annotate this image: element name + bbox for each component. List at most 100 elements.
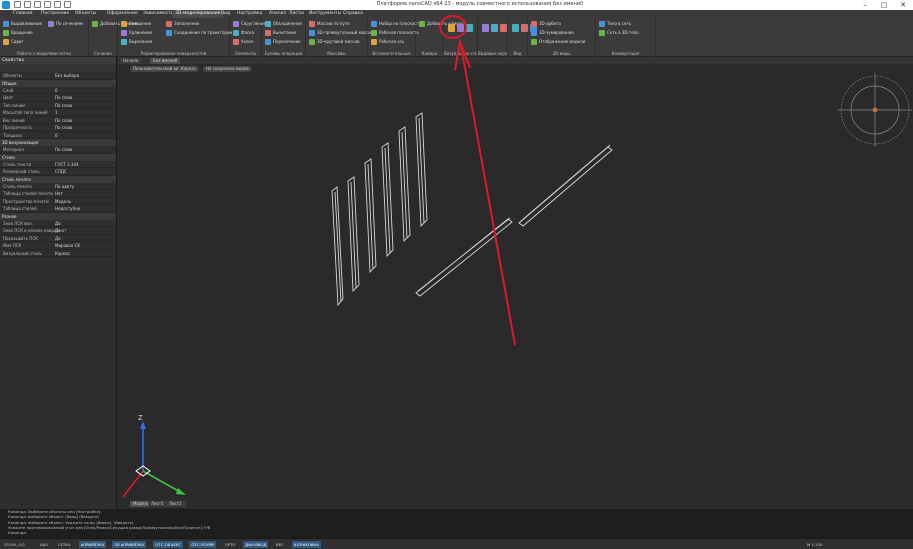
ribbon-button[interactable]: Вращение [3,29,33,36]
new-file-icon[interactable] [14,1,21,8]
property-row[interactable]: Цвет По слою [0,94,116,102]
menu-tab[interactable]: Настройка [234,10,265,18]
properties-section-title[interactable]: Разное [0,212,116,220]
ribbon-icon-button[interactable] [500,23,507,32]
ribbon-button[interactable]: По сечениям [48,20,83,27]
menu-tab[interactable]: Инструменты [306,10,344,18]
status-toggle[interactable]: ШТРИХОВКА [291,541,321,548]
ribbon-button[interactable]: Смещение [121,20,151,27]
ribbon-button[interactable]: 3D-круговой массив [309,38,359,45]
status-toggle[interactable]: ОРТО [223,541,238,548]
ribbon-button[interactable]: Рабочая плоскость [371,29,419,36]
property-row[interactable]: Масштаб типа линий 1 [0,109,116,117]
menu-tab[interactable]: Объекты [72,10,99,18]
ribbon-button[interactable]: Фаска [233,29,254,36]
ribbon-icon-button[interactable] [491,23,498,32]
properties-toolbar[interactable] [0,64,116,72]
status-toggle[interactable]: оПРИВЯЗКА [78,541,107,548]
ribbon-icon-button[interactable] [482,23,489,32]
layout-tab[interactable]: Лист2 [166,501,185,507]
ribbon-button[interactable]: Удлинение [121,29,152,36]
drawing-canvas[interactable]: Z [118,73,913,499]
ribbon-button[interactable]: Рабочая ось [371,38,404,45]
ribbon-button[interactable]: 3D-орбита [531,20,561,27]
status-toggle[interactable]: ВЕС [274,541,286,548]
ribbon-button[interactable]: 3D-зумирование [531,29,574,36]
status-toggle[interactable]: 3D оПРИВЯЗКА [112,541,147,548]
ribbon-button[interactable]: 3D-прямоугольный массив [309,29,373,36]
redo-icon[interactable] [54,1,61,8]
print-icon[interactable] [64,1,71,8]
property-row[interactable]: Пространство печати Модель [0,198,116,205]
layout-tab[interactable]: Лист1 [148,501,167,507]
menu-tab[interactable]: Справка [340,10,366,18]
maximize-icon[interactable]: □ [875,0,893,10]
ribbon-button[interactable]: Вырезание [121,38,152,45]
property-row[interactable]: Знак ПСК вкл. Да [0,220,116,227]
view-crumb[interactable]: Пользовательский вид [130,66,185,72]
property-row[interactable]: Слой 0 [0,87,116,94]
status-toggle[interactable]: СЕТКА [56,541,73,548]
properties-section-title[interactable]: Стиль печати [0,175,116,183]
save-icon[interactable] [34,1,41,8]
ribbon-button[interactable]: Выдавливание [3,20,42,27]
property-row[interactable]: Вес линий По слою [0,117,116,124]
undo-icon[interactable] [44,1,51,8]
property-row[interactable]: Размерный стиль СПДС [0,168,116,176]
ribbon-button[interactable]: Заполнение [166,20,199,27]
property-row[interactable]: Знак ПСК в начале координат Да [0,227,116,235]
scale-indicator[interactable]: М 1:100 [805,541,824,548]
app-logo-icon[interactable] [2,1,10,9]
properties-section-title[interactable]: Стили [0,153,116,161]
close-icon[interactable]: ✕ [894,0,912,10]
command-line[interactable]: Команда: Выберите объекты или [Настройки… [0,509,913,538]
menu-tab[interactable]: Построение [38,10,72,18]
menu-tab[interactable]: 3D-моделирование [172,10,224,18]
ribbon-button[interactable]: Тело в сеть [599,20,631,27]
property-row[interactable]: Тип линий По слою [0,102,116,109]
status-toggle[interactable]: ОТС-ПОЛЯР [189,541,217,548]
ribbon-button[interactable]: Соединение по траектории [166,29,232,36]
menu-tab[interactable]: Листы [286,10,307,18]
status-toggle[interactable]: ШАГ [38,541,51,548]
object-selector[interactable]: Объекты Без выбора [0,72,116,80]
ribbon-icon-button[interactable] [448,23,455,32]
ribbon-button[interactable]: Сдвиг [3,38,24,45]
property-row[interactable]: Визуальный стиль Каркас [0,250,116,257]
ribbon-icon-button[interactable] [466,23,473,32]
ribbon-icon-button[interactable] [457,23,464,32]
property-row[interactable]: Таблица стилей печати Нет [0,190,116,198]
property-row[interactable]: Прозрачность По слою [0,124,116,132]
ribbon-icon-button[interactable] [521,23,528,32]
status-toggle[interactable]: ОТС-ОБЪЕКТ [153,541,183,548]
property-row[interactable]: Имя ПСК Мировая СК [0,242,116,250]
property-row[interactable]: Стиль печати По цвету [0,183,116,190]
ribbon-button[interactable]: Массив по пути [309,20,350,27]
menu-tab[interactable]: Вид [218,10,233,18]
ribbon-button[interactable]: Скругление [233,20,266,27]
ribbon-button[interactable]: Набор на плоскость [371,20,421,27]
ribbon-button[interactable]: Уклон [233,38,253,45]
document-tab[interactable]: Начало [120,58,142,64]
ribbon-button[interactable]: Объединение [265,20,302,27]
menu-tab[interactable]: Оформление [104,10,141,18]
property-row[interactable]: Материал По слою [0,146,116,154]
property-row[interactable]: Стиль текста ГОСТ 2.304 [0,161,116,168]
ribbon-button[interactable]: Отображение модели [531,38,585,45]
properties-section-title[interactable]: Общие [0,79,116,87]
document-tab[interactable]: Без имени0 [150,58,181,64]
ribbon-icon-button[interactable] [512,23,519,32]
ribbon-button[interactable]: Сеть в 3D-тело [599,29,639,36]
property-row[interactable]: Показывать ПСК Да [0,235,116,242]
open-file-icon[interactable] [24,1,31,8]
navigation-compass[interactable] [838,73,912,147]
ribbon-button[interactable]: Вычитание [265,29,296,36]
status-toggle[interactable]: ДИН-ВВОД [243,541,269,548]
drawing-viewport[interactable]: Z [118,73,913,499]
property-row[interactable]: Толщина 0 [0,132,116,139]
menu-tab[interactable]: Главная [10,10,35,18]
status-toggle[interactable]: 25190,,0,0 [2,541,27,548]
ribbon-button[interactable]: Пересечение [265,38,301,45]
property-row[interactable]: Таблица стилей Недоступно [0,205,116,213]
properties-section-title[interactable]: 3D визуализация [0,139,116,146]
